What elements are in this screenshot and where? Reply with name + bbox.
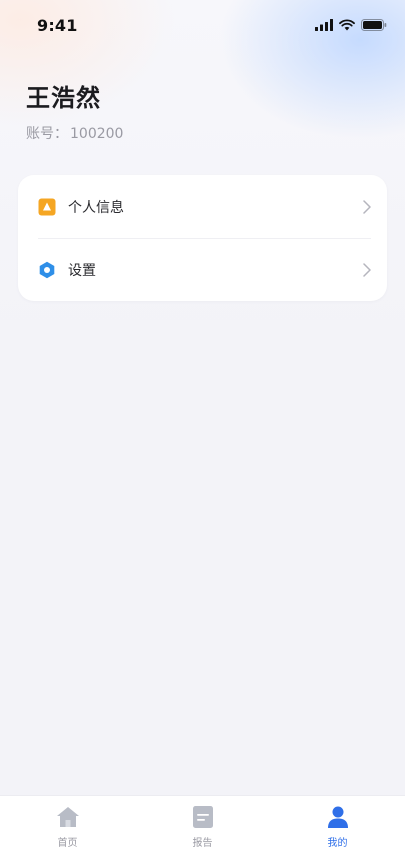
status-time: 9:41	[37, 15, 78, 35]
home-icon	[56, 804, 80, 830]
account-row: 账号： 100200	[26, 123, 123, 143]
battery-icon	[361, 19, 387, 31]
profile-name: 王浩然	[26, 84, 101, 112]
menu-item-settings[interactable]: 设置	[18, 238, 387, 301]
profile-header: 王浩然 账号： 100200	[26, 78, 123, 143]
chevron-right-icon	[363, 199, 371, 214]
person-card-icon	[38, 198, 56, 216]
account-label: 账号：	[26, 126, 68, 142]
wifi-icon	[339, 19, 355, 31]
tab-bar: 首页 报告 我的	[0, 795, 405, 853]
status-bar: 9:41	[0, 0, 405, 50]
chevron-right-icon	[363, 262, 371, 277]
signal-icon	[315, 19, 333, 31]
menu-item-personal-info[interactable]: 个人信息	[18, 175, 387, 238]
status-icons	[315, 19, 387, 31]
menu-item-label: 设置	[68, 262, 96, 279]
report-icon	[192, 804, 214, 830]
tab-label: 报告	[192, 838, 213, 849]
tab-label: 首页	[57, 838, 78, 849]
tab-home[interactable]: 首页	[0, 796, 135, 853]
tab-profile[interactable]: 我的	[270, 796, 405, 853]
menu-card: 个人信息 设置	[18, 175, 387, 301]
tab-label: 我的	[327, 838, 348, 849]
profile-icon	[327, 804, 349, 830]
account-value: 100200	[70, 126, 124, 142]
settings-hex-icon	[38, 261, 56, 279]
tab-report[interactable]: 报告	[135, 796, 270, 853]
menu-item-label: 个人信息	[68, 199, 124, 216]
